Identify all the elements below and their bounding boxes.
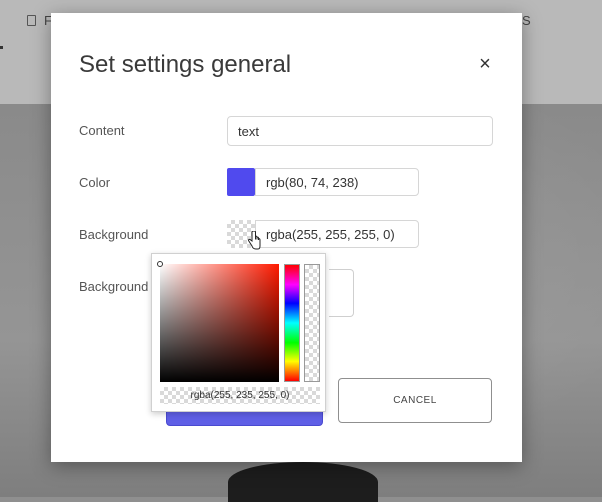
background-input-value: rgba(255, 255, 255, 0) xyxy=(266,226,395,242)
background-input[interactable]: rgba(255, 255, 255, 0) xyxy=(255,220,419,248)
content-label: Content xyxy=(79,123,125,138)
document-icon xyxy=(27,15,36,26)
color-input[interactable]: rgb(80, 74, 238) xyxy=(255,168,419,196)
cancel-button-label: CANCEL xyxy=(393,395,437,406)
color-input-value: rgb(80, 74, 238) xyxy=(266,174,359,190)
background-image-input[interactable] xyxy=(329,269,354,317)
color-picker-value[interactable]: rgba(255, 235, 255, 0) xyxy=(160,387,320,404)
background-label: Background xyxy=(79,227,149,242)
color-picker-value-text: rgba(255, 235, 255, 0) xyxy=(190,390,290,401)
color-swatch[interactable] xyxy=(227,168,255,196)
modal-title: Set settings general xyxy=(79,51,292,78)
hand-cursor-icon xyxy=(247,231,261,250)
cancel-button[interactable]: CANCEL xyxy=(338,378,492,423)
settings-modal: Set settings general × Content text Colo… xyxy=(51,13,522,462)
background-marker xyxy=(0,46,3,49)
color-picker-popup: rgba(255, 235, 255, 0) xyxy=(151,253,326,412)
content-input[interactable]: text xyxy=(227,116,493,146)
hue-slider[interactable] xyxy=(284,264,300,382)
content-input-value: text xyxy=(238,123,259,139)
background-image-label: Background I xyxy=(79,279,156,294)
alpha-slider[interactable] xyxy=(304,264,320,382)
saturation-value-area[interactable] xyxy=(157,261,279,382)
background-dark-shape xyxy=(228,462,378,502)
color-picker-handle[interactable] xyxy=(157,261,163,267)
close-icon[interactable]: × xyxy=(475,54,495,74)
background-header-text-right: S xyxy=(522,13,531,28)
color-label: Color xyxy=(79,175,111,190)
